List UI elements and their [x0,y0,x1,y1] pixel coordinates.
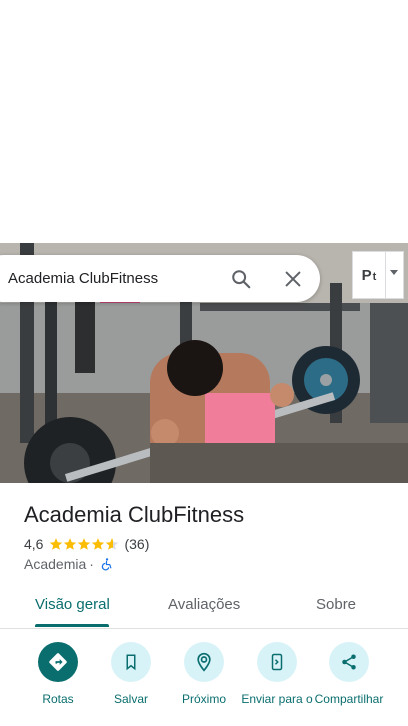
search-icon[interactable] [230,268,252,290]
send-to-phone-icon [257,642,297,682]
action-bar: Rotas Salvar Próximo Enviar para o Compa… [0,640,408,726]
nearby-label: Próximo [181,692,226,706]
star-icon [78,538,91,550]
bookmark-icon [111,642,151,682]
wheelchair-accessible-icon [101,558,112,571]
directions-button[interactable]: Rotas [18,642,98,706]
search-bar[interactable]: Academia ClubFitness [0,255,320,302]
star-icon [92,538,105,550]
nearby-icon [184,642,224,682]
place-title: Academia ClubFitness [24,502,245,527]
share-icon [329,642,369,682]
search-input[interactable]: Academia ClubFitness [8,270,158,287]
send-to-phone-button[interactable]: Enviar para o [237,642,317,706]
nearby-button[interactable]: Próximo [164,642,244,706]
directions-label: Rotas [42,692,74,706]
separator: · [89,556,94,572]
language-label-sub: t [372,270,377,283]
half-star-icon [106,538,119,550]
tab-about[interactable]: Sobre [316,596,356,613]
save-label: Salvar [113,692,148,706]
star-icon [50,538,63,550]
tab-reviews[interactable]: Avaliações [168,596,240,613]
tab-bar: Visão geral Avaliações Sobre [0,584,408,629]
send-to-phone-label: Enviar para o [241,692,313,706]
share-button[interactable]: Compartilhar [309,642,389,706]
language-button[interactable]: Pt [352,251,386,299]
rating-stars [49,537,119,551]
language-label: P [361,266,372,284]
review-count[interactable]: (36) [124,536,149,552]
active-tab-indicator [35,624,109,627]
category-row: Academia · [24,556,113,572]
close-icon[interactable] [282,268,304,290]
rating-row[interactable]: 4,6 (36) [24,536,149,552]
language-dropdown-icon[interactable] [386,251,404,299]
place-category: Academia [24,556,87,572]
save-button[interactable]: Salvar [91,642,171,706]
star-icon [64,538,77,550]
rating-value: 4,6 [24,536,44,552]
share-label: Compartilhar [314,692,384,706]
directions-icon [38,642,78,682]
tab-overview[interactable]: Visão geral [35,596,110,613]
